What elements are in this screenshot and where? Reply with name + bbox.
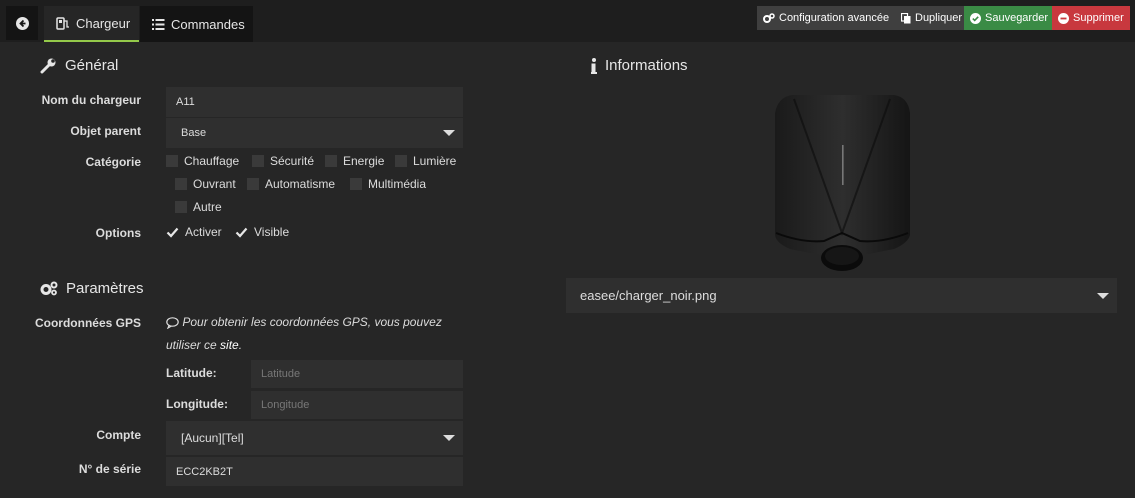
tab-charger-label: Chargeur (76, 15, 131, 31)
image-select-value: easee/charger_noir.png (580, 288, 717, 303)
comment-icon (166, 317, 179, 329)
checkmark-icon (235, 226, 248, 239)
gps-note-prefix: utiliser ce (166, 338, 221, 352)
charger-name-input[interactable]: A11 (166, 87, 463, 117)
checkbox-box (350, 178, 362, 190)
gps-note-suffix: . (238, 338, 243, 352)
serial-label: N° de série (78, 462, 141, 476)
duplicate-label: Dupliquer (915, 12, 963, 24)
list-icon (152, 18, 165, 30)
category-option-label: Lumière (413, 154, 457, 168)
advanced-config-label: Configuration avancée (779, 12, 890, 24)
longitude-label: Longitude: (166, 397, 228, 411)
chevron-down-icon (443, 435, 455, 441)
category-checkbox-autre[interactable]: Autre (175, 200, 222, 214)
checkbox-box (325, 155, 337, 167)
gps-label: Coordonnées GPS (34, 316, 141, 330)
serial-input[interactable]: ECC2KB2T (166, 457, 463, 486)
options-label: Options (95, 226, 141, 240)
category-option-label: Autre (193, 200, 222, 214)
parent-object-value: Base (181, 127, 207, 139)
charger-name-label: Nom du chargeur (41, 93, 141, 107)
category-checkbox-securite[interactable]: Sécurité (252, 154, 314, 168)
charger-image (772, 93, 912, 273)
arrow-left-circle-icon (15, 16, 29, 30)
category-checkbox-automatisme[interactable]: Automatisme (247, 177, 335, 191)
longitude-input[interactable]: Longitude (251, 391, 463, 419)
gps-help-note: Pour obtenir les coordonnées GPS, vous p… (166, 311, 466, 357)
copy-icon (901, 12, 911, 24)
category-checkbox-chauffage[interactable]: Chauffage (166, 154, 239, 168)
check-circle-icon (970, 12, 981, 24)
category-option-label: Ouvrant (193, 177, 236, 191)
delete-label: Supprimer (1073, 12, 1124, 24)
parent-object-label: Objet parent (70, 124, 141, 138)
parent-object-select[interactable]: Base (166, 118, 463, 148)
chevron-down-icon (1097, 292, 1109, 299)
info-icon (591, 57, 597, 74)
checkbox-box (175, 201, 187, 213)
checkmark-icon (166, 226, 179, 239)
info-title-text: Informations (605, 57, 688, 74)
account-label: Compte (96, 428, 141, 442)
save-label: Sauvegarder (985, 12, 1048, 24)
tab-charger[interactable]: Chargeur (44, 6, 139, 42)
checkbox-box (252, 155, 264, 167)
account-value: [Aucun][Tel] (181, 431, 244, 445)
info-section-title: Informations (591, 57, 688, 74)
params-section-title: Paramètres (40, 280, 144, 297)
category-checkbox-multimedia[interactable]: Multimédia (350, 177, 426, 191)
category-option-label: Sécurité (270, 154, 315, 168)
general-section-title: Général (40, 57, 118, 74)
category-option-label: Automatisme (265, 177, 336, 191)
latitude-input[interactable]: Latitude (251, 360, 463, 388)
option-checkbox-visible[interactable]: Visible (235, 225, 289, 239)
category-checkbox-lumiere[interactable]: Lumière (395, 154, 456, 168)
option-label: Activer (185, 225, 222, 239)
checkbox-box (166, 155, 178, 167)
checkbox-box (247, 178, 259, 190)
general-title-text: Général (65, 57, 119, 74)
duplicate-button[interactable]: Dupliquer (895, 6, 964, 30)
category-label: Catégorie (85, 155, 141, 169)
gps-note-text: Pour obtenir les coordonnées GPS, vous p… (182, 315, 442, 329)
category-option-label: Chauffage (184, 154, 240, 168)
category-option-label: Energie (343, 154, 385, 168)
latitude-label: Latitude: (166, 366, 217, 380)
account-select[interactable]: [Aucun][Tel] (166, 421, 463, 455)
back-button[interactable] (6, 6, 38, 40)
checkbox-box (395, 155, 407, 167)
image-select[interactable]: easee/charger_noir.png (566, 278, 1117, 313)
category-option-label: Multimédia (368, 177, 427, 191)
tab-commands-label: Commandes (171, 16, 245, 32)
delete-button[interactable]: Supprimer (1052, 6, 1130, 30)
gps-site-link[interactable]: site (220, 338, 239, 352)
checkbox-box (175, 178, 187, 190)
advanced-config-button[interactable]: Configuration avancée (757, 6, 895, 30)
chevron-down-icon (443, 130, 455, 136)
option-label: Visible (254, 225, 290, 239)
params-title-text: Paramètres (66, 280, 144, 297)
charger-icon (56, 16, 70, 30)
category-checkbox-ouvrant[interactable]: Ouvrant (175, 177, 236, 191)
cogs-icon (40, 281, 58, 296)
tab-commands[interactable]: Commandes (140, 6, 253, 42)
minus-circle-icon (1058, 12, 1069, 24)
wrench-icon (40, 57, 57, 74)
category-checkbox-energie[interactable]: Energie (325, 154, 384, 168)
cogs-icon (763, 12, 775, 24)
option-checkbox-activer[interactable]: Activer (166, 225, 222, 239)
save-button[interactable]: Sauvegarder (964, 6, 1052, 30)
